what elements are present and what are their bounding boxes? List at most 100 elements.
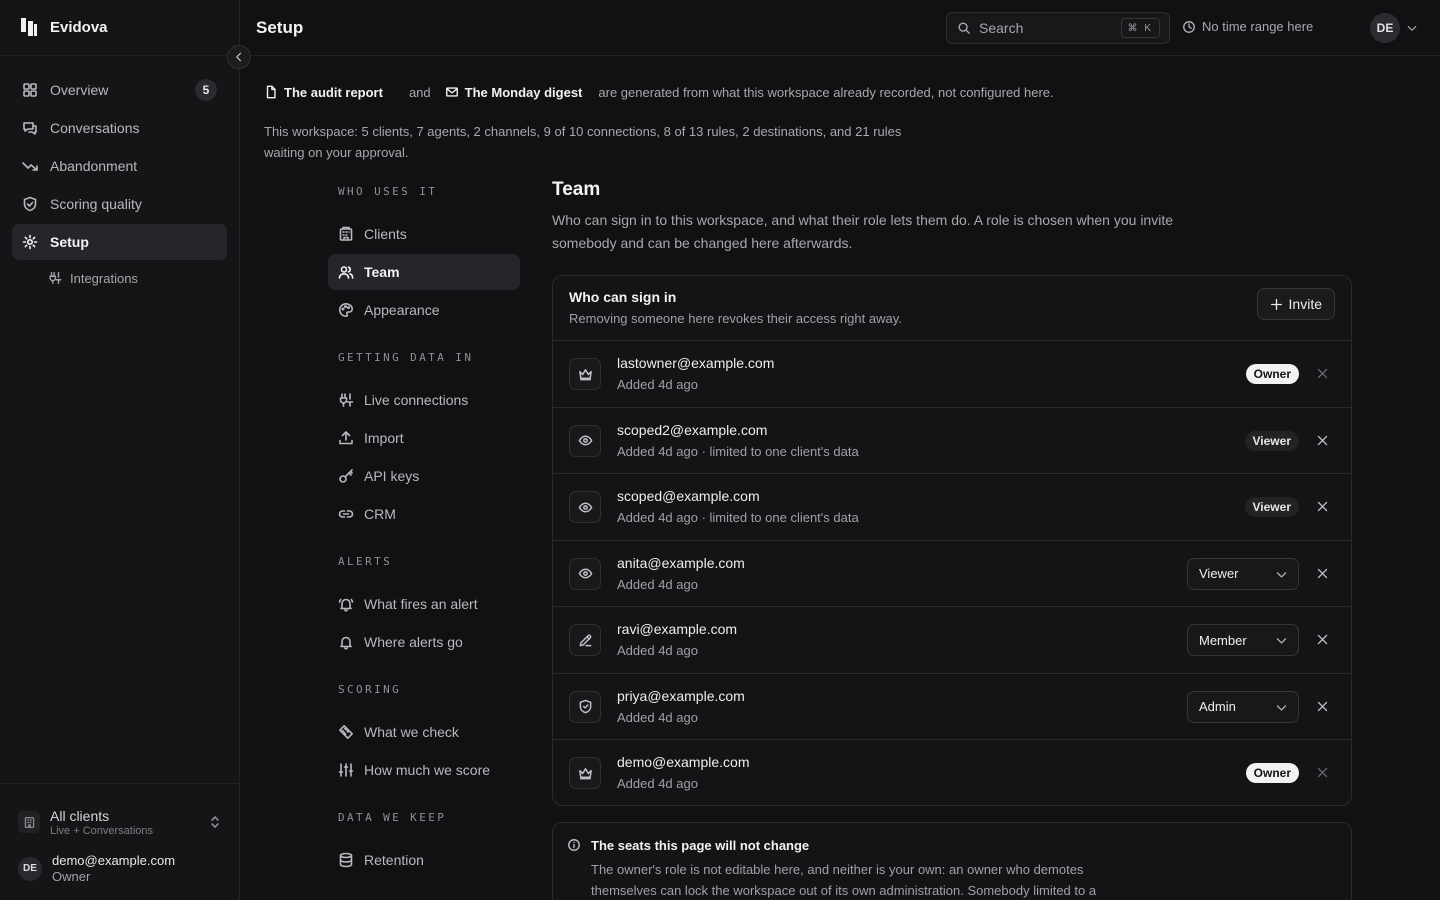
grid-icon xyxy=(23,83,37,97)
subnav-item-team[interactable]: Team xyxy=(328,254,520,290)
document-icon xyxy=(266,85,276,99)
brand[interactable]: Evidova xyxy=(20,16,108,38)
shield-check-icon xyxy=(23,196,37,212)
role-badge: Viewer xyxy=(1244,497,1299,517)
sidebar-subitem-integrations[interactable]: Integrations xyxy=(12,262,227,294)
close-icon xyxy=(1317,701,1328,711)
subnav-item-import[interactable]: Import xyxy=(328,420,520,456)
logo-icon xyxy=(21,18,37,36)
remove-member-button[interactable] xyxy=(1316,434,1329,447)
subnav-item-label: Live connections xyxy=(364,392,469,408)
topbar: Setup Search ⌘ K No time range here DE xyxy=(240,0,1440,56)
subnav-item-label: API keys xyxy=(364,468,420,484)
building-icon xyxy=(18,811,40,833)
sidebar-item-conversations[interactable]: Conversations xyxy=(12,110,227,146)
building-icon xyxy=(339,226,353,241)
collapse-sidebar-button[interactable] xyxy=(227,45,251,69)
account-menu[interactable]: DE xyxy=(1370,13,1418,43)
member-meta: Added 4d ago xyxy=(617,377,698,392)
member-email: ravi@example.com xyxy=(617,621,738,637)
members-card: Who can sign in Removing someone here re… xyxy=(552,275,1352,806)
search-input[interactable]: Search ⌘ K xyxy=(946,12,1170,44)
sidebar-item-scoring-quality[interactable]: Scoring quality xyxy=(12,186,227,222)
subnav-item-clients[interactable]: Clients xyxy=(328,216,520,252)
chevron-down-icon xyxy=(1276,638,1287,644)
member-email: lastowner@example.com xyxy=(617,355,775,371)
role-select[interactable]: Admin xyxy=(1187,690,1299,723)
member-row: demo@example.com Added 4d ago Owner xyxy=(553,740,1351,805)
remove-member-button[interactable] xyxy=(1316,500,1329,513)
card-title: Who can sign in xyxy=(569,289,677,305)
plug-icon xyxy=(49,272,62,284)
monday-digest-label: The Monday digest xyxy=(464,84,583,100)
role-select[interactable]: Viewer xyxy=(1187,557,1299,590)
monday-digest-link[interactable]: The Monday digest xyxy=(445,84,583,100)
remove-member-button[interactable] xyxy=(1316,700,1329,713)
member-email: demo@example.com xyxy=(617,754,750,770)
avatar: DE xyxy=(1370,13,1400,43)
role-badge: Owner xyxy=(1245,364,1299,384)
member-email: anita@example.com xyxy=(617,554,745,571)
invite-label: Invite xyxy=(1288,296,1322,312)
member-row: ravi@example.com Added 4d ago Member xyxy=(553,607,1351,674)
sidebar-subitem-label: Integrations xyxy=(70,270,138,286)
time-range: No time range here xyxy=(1182,19,1313,34)
subnav-item-label: Team xyxy=(364,264,400,280)
subnav-item-label: What fires an alert xyxy=(364,596,478,612)
user-menu[interactable]: DE demo@example.com Owner xyxy=(18,853,175,884)
user-role: Owner xyxy=(52,869,91,884)
plus-icon xyxy=(1270,298,1282,310)
crown-icon xyxy=(569,358,601,390)
remove-member-button[interactable] xyxy=(1316,567,1329,580)
member-email: priya@example.com xyxy=(617,687,745,704)
subnav-item-label: Where alerts go xyxy=(364,634,463,650)
client-switcher[interactable]: All clients Live + Conversations xyxy=(18,805,223,839)
subnav-item-api-keys[interactable]: API keys xyxy=(328,458,520,494)
ruler-icon xyxy=(339,725,353,739)
client-name: All clients xyxy=(50,807,110,824)
invite-button[interactable]: Invite xyxy=(1256,288,1335,320)
upload-icon xyxy=(339,431,353,445)
subnav-item-live-connections[interactable]: Live connections xyxy=(328,382,520,418)
intro-connector: and xyxy=(408,84,431,100)
role-select-value: Viewer xyxy=(1199,566,1239,581)
subnav-item-how-much-we-score[interactable]: How much we score xyxy=(328,752,520,788)
subnav-item-label: Clients xyxy=(364,226,407,242)
member-meta: Added 4d ago · limited to one client's d… xyxy=(617,510,859,525)
role-select[interactable]: Member xyxy=(1187,624,1299,656)
member-row: scoped@example.com Added 4d ago · limite… xyxy=(553,474,1351,541)
sliders-icon xyxy=(338,763,354,777)
eye-icon xyxy=(569,424,601,457)
subnav-item-label: What we check xyxy=(364,724,459,740)
chevron-down-icon xyxy=(1276,704,1287,711)
bell-ring-icon xyxy=(338,598,354,612)
palette-icon xyxy=(339,303,353,317)
subnav-item-label: CRM xyxy=(364,506,396,522)
remove-member-button[interactable] xyxy=(1316,633,1329,646)
sidebar-item-abandonment[interactable]: Abandonment xyxy=(12,148,227,184)
subnav-item-appearance[interactable]: Appearance xyxy=(328,292,520,328)
sidebar-item-label: Conversations xyxy=(50,120,140,136)
sidebar-item-setup[interactable]: Setup xyxy=(12,224,227,260)
sidebar-item-overview[interactable]: Overview 5 xyxy=(12,72,227,108)
section-description: Who can sign in to this workspace, and w… xyxy=(552,212,1173,251)
chat-icon xyxy=(23,122,37,135)
subnav-item-what-fires-an-alert[interactable]: What fires an alert xyxy=(328,586,520,622)
sidebar-item-label: Overview xyxy=(50,82,109,98)
subnav-item-where-alerts-go[interactable]: Where alerts go xyxy=(328,624,520,660)
member-row: lastowner@example.com Added 4d ago Owner xyxy=(553,341,1351,408)
sidebar-footer: All clients Live + Conversations DE demo… xyxy=(0,783,240,884)
audit-report-link[interactable]: The audit report xyxy=(264,85,383,100)
subnav-item-retention[interactable]: Retention xyxy=(328,842,520,878)
subnav-item-label: Retention xyxy=(364,852,424,868)
subnav-item-label: Appearance xyxy=(364,302,440,318)
member-meta: Added 4d ago xyxy=(617,709,698,725)
chevron-down-icon xyxy=(1276,571,1287,578)
subnav-item-label: How much we score xyxy=(364,762,491,778)
subnav-item-crm[interactable]: CRM xyxy=(328,496,520,532)
bell-icon xyxy=(340,636,352,650)
subnav-item-what-we-check[interactable]: What we check xyxy=(328,714,520,750)
remove-member-button xyxy=(1316,367,1329,380)
member-meta: Added 4d ago xyxy=(617,576,698,592)
close-icon xyxy=(1317,368,1328,379)
